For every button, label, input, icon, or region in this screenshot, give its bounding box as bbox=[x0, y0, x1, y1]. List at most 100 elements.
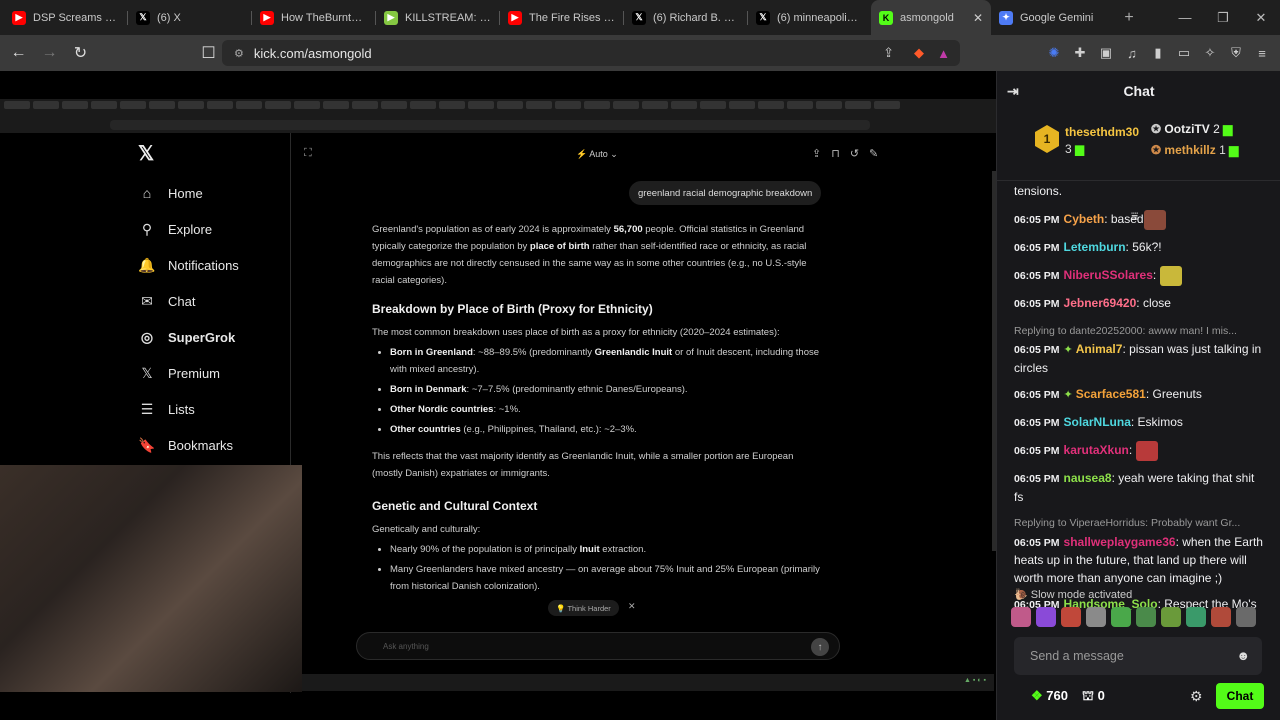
bronze-badge-icon: ✪ bbox=[1151, 143, 1162, 157]
x-sidebar-nav: ⌂ Home ⚲ Explore 🔔 Notifications ✉ Chat ◎ SuperGr… bbox=[138, 175, 239, 463]
browser-tab[interactable]: 𝕏 (6) Richard B. Spe bbox=[624, 0, 747, 35]
brave-rewards-icon[interactable]: ▲ bbox=[937, 46, 950, 61]
answer-intro: Greenland's population as of early 2024 … bbox=[372, 224, 807, 286]
quick-emote-icon[interactable] bbox=[1136, 607, 1156, 627]
chat-input-placeholder[interactable]: Send a message bbox=[1030, 649, 1124, 663]
browser-tab[interactable]: 𝕏 (6) X bbox=[128, 0, 251, 35]
leader-1-name[interactable]: thesethdm30 bbox=[1065, 125, 1139, 139]
sidebar-icon[interactable]: ▮ bbox=[1150, 45, 1166, 61]
message-username[interactable]: SolarNLuna bbox=[1064, 415, 1131, 429]
chat-message: 06:05 PM Letemburn: 56k?! bbox=[1014, 239, 1162, 254]
rank-1-badge: 1 bbox=[1035, 125, 1059, 153]
tab-title: KILLSTREAM: Rich bbox=[405, 11, 491, 24]
message-time: 06:05 PM bbox=[1014, 473, 1060, 485]
gift-icon: ▆ bbox=[1075, 142, 1085, 156]
bookmark-icon: 🔖 bbox=[138, 436, 156, 453]
chat-message: 06:05 PM SolarNLuna: Eskimos bbox=[1014, 414, 1183, 429]
minimize-icon[interactable]: — bbox=[1166, 10, 1204, 25]
brave-shields-icon[interactable]: ◆ bbox=[914, 45, 924, 61]
chat-input[interactable]: Send a message ☻ bbox=[1014, 637, 1262, 675]
vpn-shield-icon[interactable]: ⛨ bbox=[1228, 45, 1244, 61]
share-icon[interactable]: ⇪ bbox=[883, 45, 894, 61]
url-text[interactable]: kick.com/asmongold bbox=[254, 46, 372, 61]
edit-icon: ✎ bbox=[869, 148, 879, 160]
browser-tab[interactable]: ▶ KILLSTREAM: Rich bbox=[376, 0, 499, 35]
maximize-icon[interactable]: ❐ bbox=[1204, 10, 1242, 26]
leader-3[interactable]: ✪ methkillz 1 ▆ bbox=[1151, 143, 1238, 157]
reply-context[interactable]: Replying to dante20252000: awww man! I m… bbox=[1014, 323, 1266, 341]
message-username[interactable]: Scarface581 bbox=[1076, 387, 1146, 401]
leo-ai-icon[interactable]: ✧ bbox=[1202, 45, 1218, 61]
message-username[interactable]: Jebner69420 bbox=[1064, 296, 1137, 310]
new-tab-icon[interactable]: + bbox=[1114, 9, 1144, 27]
points-icon: ❖ bbox=[1031, 688, 1043, 703]
tab-title: How TheBurntPea bbox=[281, 11, 367, 24]
message-username[interactable]: Cybeth bbox=[1064, 212, 1105, 226]
site-settings-icon[interactable]: ⚙ bbox=[234, 47, 244, 60]
send-chat-button[interactable]: Chat bbox=[1216, 683, 1264, 709]
close-window-icon[interactable]: ✕ bbox=[1242, 10, 1280, 26]
x-nav-item: ✉ Chat bbox=[138, 283, 239, 319]
input-placeholder: Ask anything bbox=[383, 641, 429, 651]
browser-tab[interactable]: ▶ How TheBurntPea bbox=[252, 0, 375, 35]
x-icon: 𝕏 bbox=[756, 10, 770, 25]
channel-points[interactable]: ❖ 760 bbox=[1031, 688, 1068, 704]
wallet-icon[interactable]: ▭ bbox=[1176, 45, 1192, 61]
reload-icon[interactable]: ↻ bbox=[68, 43, 93, 63]
back-icon[interactable]: ← bbox=[6, 44, 31, 62]
browser-tab[interactable]: 𝕏 (6) minneapolis sh bbox=[748, 0, 871, 35]
quick-emote-icon[interactable] bbox=[1211, 607, 1231, 627]
quick-emote-icon[interactable] bbox=[1186, 607, 1206, 627]
browser-tab[interactable]: ▶ The Fire Rises HO bbox=[500, 0, 623, 35]
browser-tab[interactable]: ✦ Google Gemini bbox=[991, 0, 1114, 35]
quick-emote-icon[interactable] bbox=[1011, 607, 1031, 627]
bank-counter[interactable]: ⛫ 0 bbox=[1082, 688, 1105, 706]
x-nav-label: SuperGrok bbox=[168, 329, 236, 345]
emoji-icon[interactable]: ☻ bbox=[1236, 648, 1250, 663]
message-time: 06:05 PM bbox=[1014, 241, 1060, 254]
stream-video[interactable]: 𝕏 ⌂ Home ⚲ Explore 🔔 Notifications ✉ Chat ◎ Super… bbox=[0, 71, 996, 720]
browser-tab[interactable]: ▶ DSP Screams at Ha bbox=[4, 0, 127, 35]
mode-selector: ⚡ Auto ⌄ bbox=[576, 149, 618, 159]
message-username[interactable]: karutaXkun bbox=[1064, 443, 1129, 457]
message-text: tensions. bbox=[1014, 184, 1063, 198]
browser-tab[interactable]: Kasmongold ✕ bbox=[871, 0, 991, 35]
vpn-icon[interactable]: ✺ bbox=[1046, 45, 1062, 61]
x-nav-item: 𝕏 Premium bbox=[138, 355, 239, 391]
share-icon: ⇪ bbox=[812, 148, 822, 160]
quick-emote-icon[interactable] bbox=[1036, 607, 1056, 627]
forward-icon[interactable]: → bbox=[37, 44, 62, 62]
history-icon: ↺ bbox=[849, 148, 860, 160]
message-username[interactable]: nausea8 bbox=[1064, 471, 1112, 485]
message-username[interactable]: shallweplaygame36 bbox=[1064, 535, 1176, 549]
extensions-icon[interactable]: ✚ bbox=[1072, 45, 1088, 61]
chat-message: 06:05 PM nausea8: yeah were taking that s… bbox=[1014, 471, 1255, 504]
screenshot-icon[interactable]: ▣ bbox=[1098, 45, 1114, 61]
quick-emote-icon[interactable] bbox=[1236, 607, 1256, 627]
leader-2[interactable]: ✪ OotziTV 2 ▆ bbox=[1151, 122, 1232, 136]
message-username[interactable]: NiberuSSolares bbox=[1064, 268, 1153, 282]
close-tab-icon[interactable]: ✕ bbox=[973, 11, 983, 25]
reply-context[interactable]: Replying to ViperaeHorridus: Probably wa… bbox=[1014, 515, 1266, 533]
address-bar[interactable]: ⚙ kick.com/asmongold ⇪ ◆ ▲ bbox=[222, 40, 960, 66]
collapse-chat-icon[interactable]: ⇥ bbox=[1007, 83, 1019, 100]
media-icon[interactable]: ♫ bbox=[1124, 45, 1140, 61]
quick-emote-icon[interactable] bbox=[1086, 607, 1106, 627]
gift-leaderboard: 1 thesethdm30 3 ▆ ✪ OotziTV 2 ▆ ✪ methki… bbox=[997, 111, 1280, 223]
settings-icon[interactable]: ⚙ bbox=[1190, 688, 1203, 705]
streamer-webcam bbox=[0, 465, 302, 692]
browser-tab-strip: ▶ DSP Screams at Ha 𝕏 (6) X ▶ How TheBurntPea… bbox=[0, 0, 1280, 35]
quick-emote-icon[interactable] bbox=[1061, 607, 1081, 627]
bookmark-page-icon[interactable]: ☐ bbox=[196, 43, 221, 63]
quick-emote-icon[interactable] bbox=[1111, 607, 1131, 627]
menu-icon[interactable]: ≡ bbox=[1254, 45, 1270, 61]
chat-icon: ✉ bbox=[141, 292, 153, 309]
message-username[interactable]: Letemburn bbox=[1064, 240, 1126, 254]
grok-answer: Greenland's population as of early 2024 … bbox=[372, 221, 822, 598]
bell-icon: 🔔 bbox=[138, 256, 156, 273]
quick-emote-icon[interactable] bbox=[1161, 607, 1181, 627]
x-nav-item: ☰ Lists bbox=[138, 391, 239, 427]
message-username[interactable]: Animal7 bbox=[1076, 342, 1123, 356]
answer-paragraph: This reflects that the vast majority ide… bbox=[372, 451, 794, 479]
chat-message: 06:05 PM Jebner69420: close bbox=[1014, 296, 1171, 310]
